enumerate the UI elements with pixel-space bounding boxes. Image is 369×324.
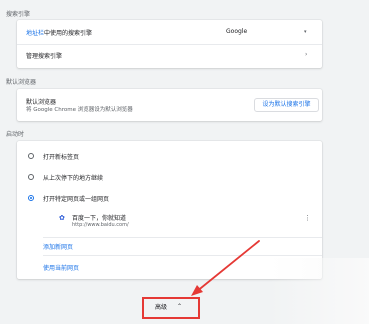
advanced-button[interactable]: 高级 ⌃ — [146, 300, 196, 316]
watermark-fade — [269, 258, 369, 324]
advanced-label: 高级 — [155, 304, 168, 311]
chevron-up-icon: ⌃ — [177, 303, 183, 310]
